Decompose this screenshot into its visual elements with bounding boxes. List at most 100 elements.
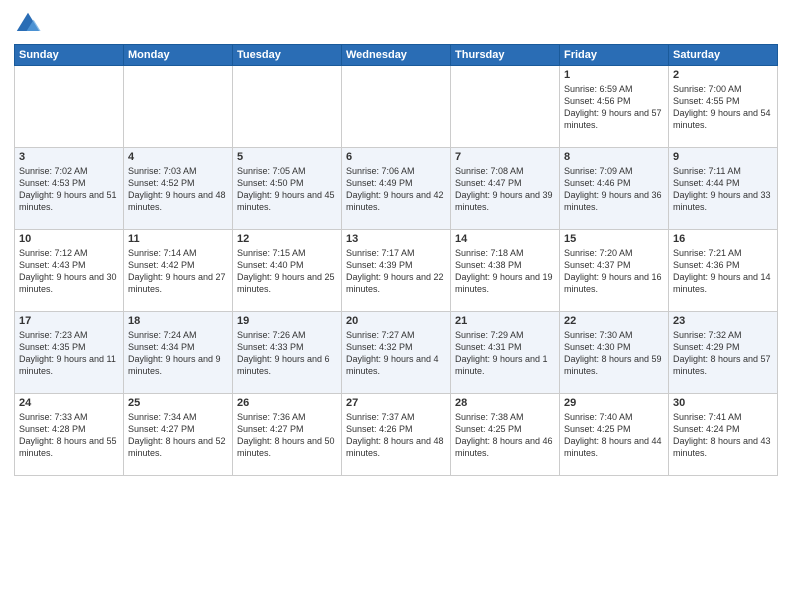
day-info: Sunrise: 6:59 AM Sunset: 4:56 PM Dayligh… (564, 83, 664, 132)
day-info: Sunrise: 7:37 AM Sunset: 4:26 PM Dayligh… (346, 411, 446, 460)
calendar-day-header: Tuesday (233, 45, 342, 66)
calendar-cell: 28 Sunrise: 7:38 AM Sunset: 4:25 PM Dayli… (451, 394, 560, 476)
day-info: Sunrise: 7:41 AM Sunset: 4:24 PM Dayligh… (673, 411, 773, 460)
day-number: 25 (128, 397, 228, 409)
day-info: Sunrise: 7:18 AM Sunset: 4:38 PM Dayligh… (455, 247, 555, 296)
page: SundayMondayTuesdayWednesdayThursdayFrid… (0, 0, 792, 612)
day-number: 21 (455, 315, 555, 327)
day-number: 17 (19, 315, 119, 327)
calendar-cell: 8 Sunrise: 7:09 AM Sunset: 4:46 PM Daylig… (560, 148, 669, 230)
day-info: Sunrise: 7:34 AM Sunset: 4:27 PM Dayligh… (128, 411, 228, 460)
day-info: Sunrise: 7:09 AM Sunset: 4:46 PM Dayligh… (564, 165, 664, 214)
calendar-cell: 6 Sunrise: 7:06 AM Sunset: 4:49 PM Daylig… (342, 148, 451, 230)
day-number: 27 (346, 397, 446, 409)
calendar-week-row: 10Sunrise: 7:12 AM Sunset: 4:43 PM Dayli… (15, 230, 778, 312)
calendar-week-row: 24 Sunrise: 7:33 AM Sunset: 4:28 PM Dayli… (15, 394, 778, 476)
calendar-week-row: 17 Sunrise: 7:23 AM Sunset: 4:35 PM Dayli… (15, 312, 778, 394)
day-info: Sunrise: 7:40 AM Sunset: 4:25 PM Dayligh… (564, 411, 664, 460)
day-number: 22 (564, 315, 664, 327)
calendar-cell: 12Sunrise: 7:15 AM Sunset: 4:40 PM Dayli… (233, 230, 342, 312)
calendar-cell: 18 Sunrise: 7:24 AM Sunset: 4:34 PM Dayli… (124, 312, 233, 394)
day-number: 8 (564, 151, 664, 163)
day-info: Sunrise: 7:26 AM Sunset: 4:33 PM Dayligh… (237, 329, 337, 378)
calendar-cell (124, 66, 233, 148)
calendar-cell: 11 Sunrise: 7:14 AM Sunset: 4:42 PM Dayli… (124, 230, 233, 312)
calendar-cell: 24 Sunrise: 7:33 AM Sunset: 4:28 PM Dayli… (15, 394, 124, 476)
calendar-cell: 21 Sunrise: 7:29 AM Sunset: 4:31 PM Dayli… (451, 312, 560, 394)
calendar-cell: 17 Sunrise: 7:23 AM Sunset: 4:35 PM Dayli… (15, 312, 124, 394)
calendar-cell: 19 Sunrise: 7:26 AM Sunset: 4:33 PM Dayli… (233, 312, 342, 394)
calendar-day-header: Sunday (15, 45, 124, 66)
calendar-cell: 7Sunrise: 7:08 AM Sunset: 4:47 PM Daylig… (451, 148, 560, 230)
calendar-day-header: Saturday (669, 45, 778, 66)
day-number: 11 (128, 233, 228, 245)
calendar-header-row: SundayMondayTuesdayWednesdayThursdayFrid… (15, 45, 778, 66)
day-number: 1 (564, 69, 664, 81)
calendar-cell: 26 Sunrise: 7:36 AM Sunset: 4:27 PM Dayli… (233, 394, 342, 476)
calendar-cell: 13Sunrise: 7:17 AM Sunset: 4:39 PM Dayli… (342, 230, 451, 312)
day-info: Sunrise: 7:20 AM Sunset: 4:37 PM Dayligh… (564, 247, 664, 296)
day-number: 14 (455, 233, 555, 245)
calendar-cell: 16 Sunrise: 7:21 AM Sunset: 4:36 PM Dayli… (669, 230, 778, 312)
day-info: Sunrise: 7:06 AM Sunset: 4:49 PM Dayligh… (346, 165, 446, 214)
day-info: Sunrise: 7:03 AM Sunset: 4:52 PM Dayligh… (128, 165, 228, 214)
day-info: Sunrise: 7:24 AM Sunset: 4:34 PM Dayligh… (128, 329, 228, 378)
day-number: 29 (564, 397, 664, 409)
calendar-table: SundayMondayTuesdayWednesdayThursdayFrid… (14, 44, 778, 476)
calendar-cell: 3Sunrise: 7:02 AM Sunset: 4:53 PM Daylig… (15, 148, 124, 230)
calendar-week-row: 3Sunrise: 7:02 AM Sunset: 4:53 PM Daylig… (15, 148, 778, 230)
day-number: 24 (19, 397, 119, 409)
calendar-cell: 27 Sunrise: 7:37 AM Sunset: 4:26 PM Dayli… (342, 394, 451, 476)
calendar-cell: 5 Sunrise: 7:05 AM Sunset: 4:50 PM Daylig… (233, 148, 342, 230)
day-number: 19 (237, 315, 337, 327)
day-number: 12 (237, 233, 337, 245)
day-number: 9 (673, 151, 773, 163)
logo (14, 10, 46, 38)
calendar-cell: 14 Sunrise: 7:18 AM Sunset: 4:38 PM Dayli… (451, 230, 560, 312)
calendar-week-row: 1 Sunrise: 6:59 AM Sunset: 4:56 PM Daylig… (15, 66, 778, 148)
day-number: 10 (19, 233, 119, 245)
calendar-day-header: Thursday (451, 45, 560, 66)
day-info: Sunrise: 7:29 AM Sunset: 4:31 PM Dayligh… (455, 329, 555, 378)
calendar-cell: 9Sunrise: 7:11 AM Sunset: 4:44 PM Daylig… (669, 148, 778, 230)
day-info: Sunrise: 7:00 AM Sunset: 4:55 PM Dayligh… (673, 83, 773, 132)
calendar-cell: 22 Sunrise: 7:30 AM Sunset: 4:30 PM Dayli… (560, 312, 669, 394)
day-info: Sunrise: 7:30 AM Sunset: 4:30 PM Dayligh… (564, 329, 664, 378)
day-info: Sunrise: 7:05 AM Sunset: 4:50 PM Dayligh… (237, 165, 337, 214)
day-number: 5 (237, 151, 337, 163)
day-number: 20 (346, 315, 446, 327)
calendar-cell: 1 Sunrise: 6:59 AM Sunset: 4:56 PM Daylig… (560, 66, 669, 148)
day-number: 28 (455, 397, 555, 409)
calendar-cell: 2Sunrise: 7:00 AM Sunset: 4:55 PM Daylig… (669, 66, 778, 148)
day-info: Sunrise: 7:38 AM Sunset: 4:25 PM Dayligh… (455, 411, 555, 460)
day-info: Sunrise: 7:23 AM Sunset: 4:35 PM Dayligh… (19, 329, 119, 378)
logo-icon (14, 10, 42, 38)
day-info: Sunrise: 7:21 AM Sunset: 4:36 PM Dayligh… (673, 247, 773, 296)
calendar-cell: 29 Sunrise: 7:40 AM Sunset: 4:25 PM Dayli… (560, 394, 669, 476)
day-info: Sunrise: 7:32 AM Sunset: 4:29 PM Dayligh… (673, 329, 773, 378)
day-number: 30 (673, 397, 773, 409)
calendar-cell: 15 Sunrise: 7:20 AM Sunset: 4:37 PM Dayli… (560, 230, 669, 312)
day-number: 15 (564, 233, 664, 245)
calendar-cell: 10Sunrise: 7:12 AM Sunset: 4:43 PM Dayli… (15, 230, 124, 312)
calendar-cell: 20 Sunrise: 7:27 AM Sunset: 4:32 PM Dayli… (342, 312, 451, 394)
day-number: 18 (128, 315, 228, 327)
day-number: 7 (455, 151, 555, 163)
day-number: 26 (237, 397, 337, 409)
calendar-cell (451, 66, 560, 148)
day-info: Sunrise: 7:36 AM Sunset: 4:27 PM Dayligh… (237, 411, 337, 460)
day-number: 13 (346, 233, 446, 245)
day-info: Sunrise: 7:02 AM Sunset: 4:53 PM Dayligh… (19, 165, 119, 214)
day-info: Sunrise: 7:27 AM Sunset: 4:32 PM Dayligh… (346, 329, 446, 378)
calendar-cell: 4Sunrise: 7:03 AM Sunset: 4:52 PM Daylig… (124, 148, 233, 230)
calendar-cell (15, 66, 124, 148)
day-info: Sunrise: 7:33 AM Sunset: 4:28 PM Dayligh… (19, 411, 119, 460)
day-info: Sunrise: 7:14 AM Sunset: 4:42 PM Dayligh… (128, 247, 228, 296)
day-number: 6 (346, 151, 446, 163)
day-number: 16 (673, 233, 773, 245)
header (14, 10, 778, 38)
calendar-cell: 25 Sunrise: 7:34 AM Sunset: 4:27 PM Dayli… (124, 394, 233, 476)
calendar-cell (233, 66, 342, 148)
calendar-cell: 23Sunrise: 7:32 AM Sunset: 4:29 PM Dayli… (669, 312, 778, 394)
calendar-day-header: Monday (124, 45, 233, 66)
